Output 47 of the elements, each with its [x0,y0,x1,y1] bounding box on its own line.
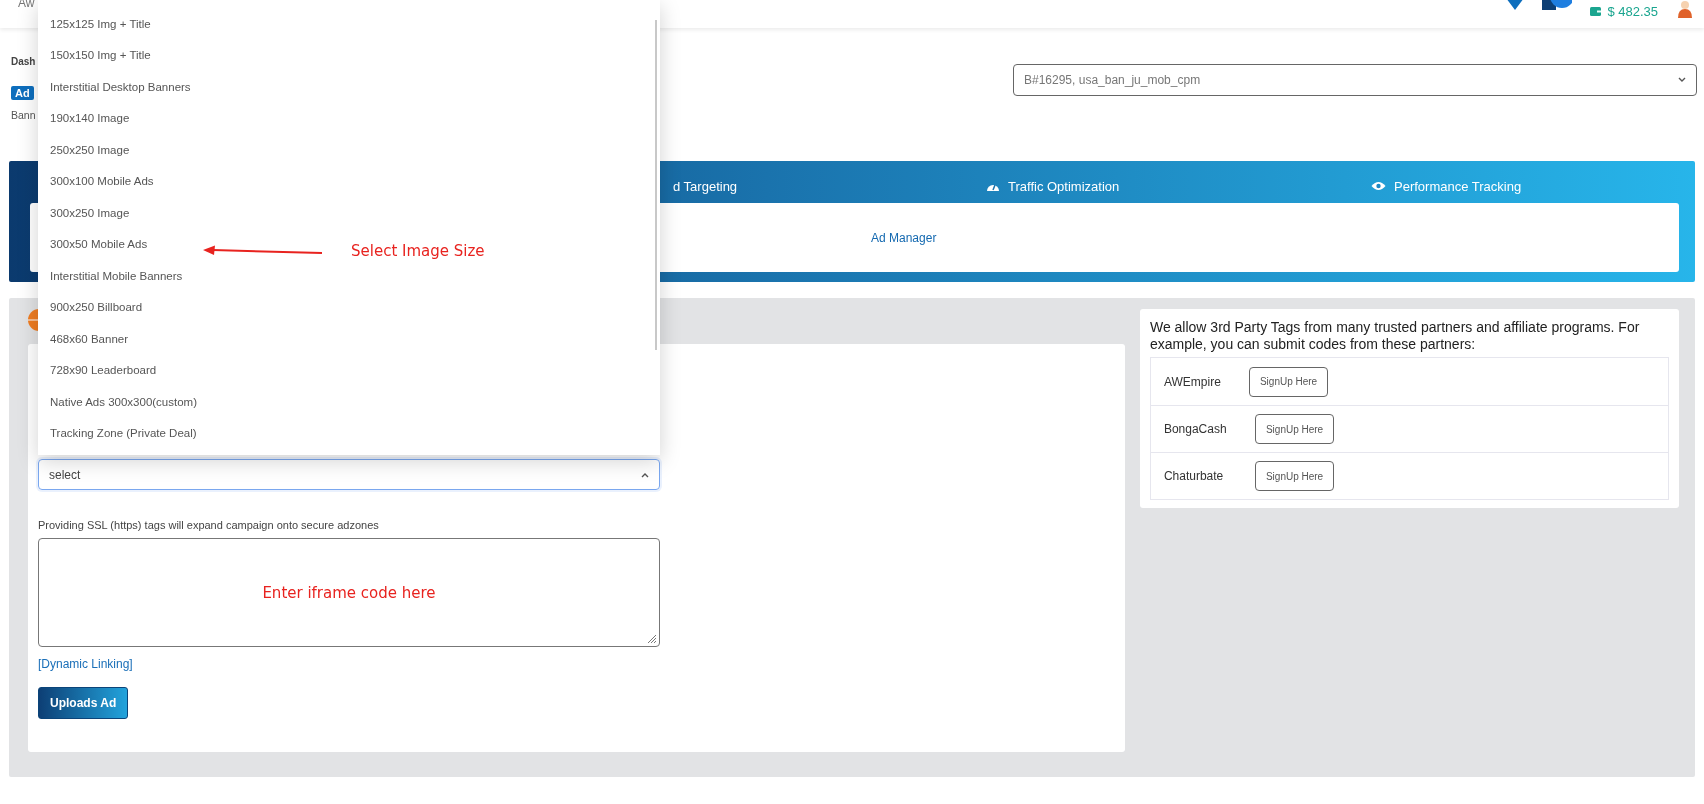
dropdown-option[interactable]: 900x250 Billboard [50,299,143,316]
feature-label: Performance Tracking [1394,178,1522,194]
dropdown-option[interactable]: 125x125 Img + Title [50,15,151,32]
dropdown-option[interactable]: Tracking Zone (Private Deal) [50,425,197,442]
dropdown-option[interactable]: 150x150 Img + Title [50,47,151,64]
feature-label: Traffic Optimization [1008,178,1120,194]
eye-icon [1371,181,1386,191]
dropdown-option[interactable]: 468x60 Banner [50,330,128,347]
wallet-icon [1590,7,1602,16]
ssl-note: Providing SSL (https) tags will expand campaign onto secure adzones [38,519,379,531]
ad-badge: Ad [11,86,34,100]
partner-name: Chaturbate [1163,469,1225,483]
dropdown-option[interactable]: 300x50 Mobile Ads [50,236,148,253]
chevron-icon [641,471,649,478]
signup-button[interactable]: SignUp Here [1248,366,1329,397]
profile-circle-icon[interactable] [1542,0,1573,10]
annotation-text: Select Image Size [351,242,485,260]
partner-name: AWEmpire [1163,374,1222,389]
balance-amount: $ 482.35 [1607,4,1658,19]
arrow-icon [203,245,323,257]
image-size-select[interactable]: select [38,459,660,490]
breadcrumb[interactable]: Dash [11,56,36,67]
scrollbar[interactable] [655,20,657,350]
dropdown-option[interactable]: Native Ads 300x300(custom) [50,393,198,410]
dropdown-option[interactable]: 300x100 Mobile Ads [50,173,154,190]
feature-label: d Targeting [673,178,738,194]
ad-manager-tab[interactable]: Ad Manager [871,230,937,245]
chevron-icon [1678,77,1686,83]
map-pin-icon[interactable] [1506,0,1525,10]
dynamic-linking-link[interactable]: [Dynamic Linking] [38,657,133,671]
dropdown-option[interactable]: Interstitial Mobile Banners [50,267,183,284]
annotation-text: Enter iframe code here [262,583,436,602]
signup-button[interactable]: SignUp Here [1254,461,1335,491]
dropdown-option[interactable]: 250x250 Image [50,141,130,158]
partners-intro: We allow 3rd Party Tags from many trusted partners and affiliate programs. For example, you can submit codes from these partners: [1149,319,1641,353]
iframe-code-field[interactable]: Enter iframe code here [38,538,660,647]
page-subtitle: Bann [11,109,36,121]
dropdown-option[interactable]: Interstitial Desktop Banners [50,78,191,95]
avatar-icon[interactable] [1676,0,1694,18]
campaign-select[interactable]: B#16295, usa_ban_ju_mob_cpm [1013,64,1697,96]
resize-handle-icon [647,634,657,644]
signup-button[interactable]: SignUp Here [1254,414,1335,444]
dropdown-option[interactable]: 300x250 Image [50,204,130,221]
upload-button[interactable]: Uploads Ad [38,687,129,719]
partner-name: BongaCash [1163,422,1228,436]
dropdown-option[interactable]: 728x90 Leaderboard [50,362,157,379]
dropdown-option[interactable]: 190x140 Image [50,110,130,127]
